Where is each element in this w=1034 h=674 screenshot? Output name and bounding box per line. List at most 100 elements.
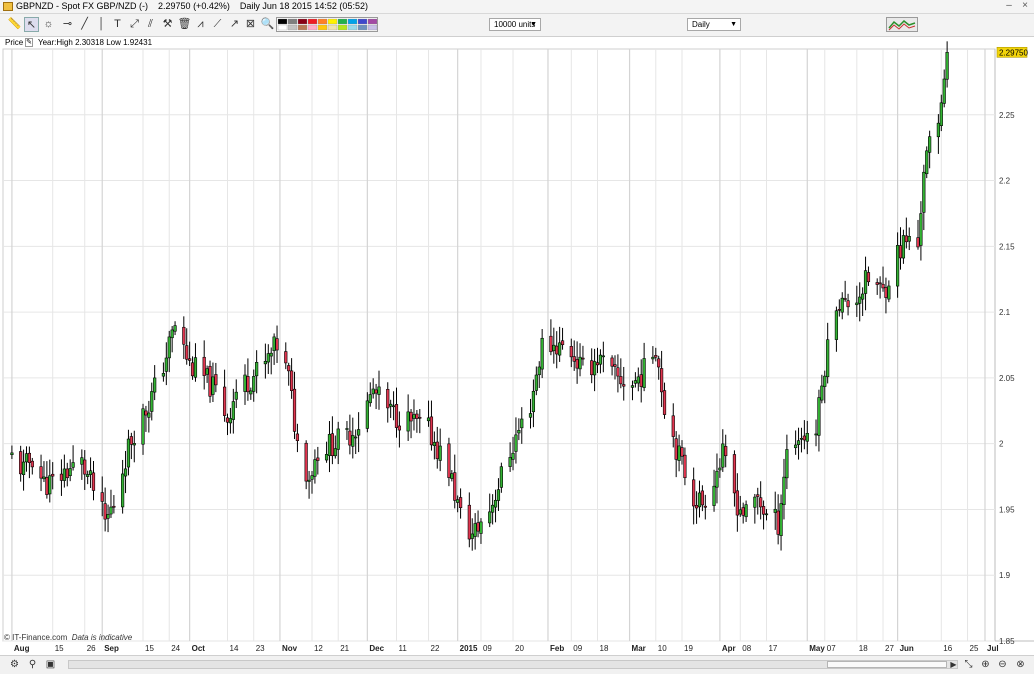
candle-down bbox=[674, 438, 678, 460]
candle-up bbox=[170, 329, 174, 339]
candle-up bbox=[357, 429, 361, 436]
candle-down bbox=[275, 338, 279, 351]
candle-down bbox=[613, 364, 617, 367]
candle-up bbox=[123, 468, 128, 477]
candle-down bbox=[348, 430, 352, 446]
candle-down bbox=[45, 477, 49, 495]
candle-up bbox=[106, 514, 110, 519]
candle-up bbox=[42, 476, 46, 480]
candle-up bbox=[651, 356, 655, 360]
candle-up bbox=[578, 356, 582, 370]
candle-up bbox=[928, 136, 932, 153]
candle-up bbox=[499, 466, 503, 488]
candle-up bbox=[552, 344, 556, 352]
candle-up bbox=[642, 358, 646, 388]
x-tick-label: May bbox=[809, 644, 825, 653]
candle-up bbox=[109, 506, 113, 515]
save-icon[interactable]: ▣ bbox=[44, 658, 57, 671]
zoom-out-icon[interactable]: ⊖ bbox=[996, 658, 1009, 671]
candle-down bbox=[759, 497, 763, 508]
candle-up bbox=[738, 509, 742, 515]
x-tick-label: 20 bbox=[515, 644, 524, 653]
x-tick-label: 11 bbox=[398, 644, 407, 653]
zoom-in-icon[interactable]: ⊕ bbox=[979, 658, 992, 671]
x-tick-label: 24 bbox=[171, 644, 180, 653]
candle-up bbox=[794, 444, 798, 449]
candle-down bbox=[662, 390, 667, 415]
candle-down bbox=[866, 272, 871, 283]
candle-up bbox=[907, 236, 911, 242]
candle-down bbox=[660, 368, 664, 393]
x-tick-label: 22 bbox=[431, 644, 440, 653]
candle-up bbox=[863, 270, 868, 294]
candle-down bbox=[39, 466, 43, 479]
candle-up bbox=[147, 412, 151, 418]
reset-zoom-icon[interactable]: ⊗ bbox=[1014, 658, 1027, 671]
chart-settings-icon[interactable]: ⚙ bbox=[8, 658, 21, 671]
time-scrollbar[interactable] bbox=[68, 660, 958, 669]
x-tick-label: 17 bbox=[768, 644, 777, 653]
candle-up bbox=[313, 459, 317, 477]
candle-up bbox=[473, 523, 477, 537]
candle-down bbox=[415, 413, 419, 419]
candle-up bbox=[823, 375, 827, 387]
candle-up bbox=[508, 457, 512, 467]
candle-up bbox=[368, 394, 372, 404]
candle-up bbox=[272, 336, 276, 352]
candle-up bbox=[228, 418, 233, 424]
y-tick-label: 1.95 bbox=[999, 505, 1015, 514]
candle-up bbox=[310, 475, 314, 480]
y-tick-label: 2.2 bbox=[999, 177, 1011, 186]
candle-down bbox=[590, 360, 594, 376]
x-tick-label: 15 bbox=[55, 644, 64, 653]
y-tick-label: 2.05 bbox=[999, 374, 1015, 383]
candle-up bbox=[592, 361, 597, 376]
candle-up bbox=[517, 429, 521, 434]
candle-down bbox=[694, 505, 699, 509]
candle-down bbox=[397, 425, 402, 431]
candle-up bbox=[389, 403, 393, 407]
candle-down bbox=[619, 376, 623, 385]
candle-up bbox=[327, 434, 332, 456]
scrollbar-thumb[interactable] bbox=[827, 661, 947, 668]
candle-up bbox=[412, 414, 416, 419]
candle-up bbox=[922, 171, 926, 213]
candle-up bbox=[697, 492, 702, 508]
candle-down bbox=[724, 446, 728, 457]
candle-down bbox=[555, 345, 559, 355]
indicators-icon[interactable]: ⚲ bbox=[26, 658, 39, 671]
candle-down bbox=[51, 473, 55, 477]
candle-down bbox=[622, 384, 626, 387]
candle-up bbox=[493, 499, 498, 508]
y-tick-label: 2 bbox=[999, 440, 1004, 449]
candle-up bbox=[205, 368, 209, 375]
candle-up bbox=[901, 235, 906, 259]
candle-down bbox=[144, 410, 148, 416]
candle-down bbox=[182, 326, 186, 345]
candle-up bbox=[371, 388, 375, 395]
candle-down bbox=[91, 472, 96, 491]
candle-down bbox=[208, 365, 212, 397]
candle-up bbox=[406, 411, 410, 432]
x-tick-label: 12 bbox=[314, 644, 323, 653]
plot-area bbox=[2, 48, 996, 642]
candle-up bbox=[491, 504, 495, 513]
fit-chart-icon[interactable]: ⤡ bbox=[962, 658, 975, 671]
scroll-right-icon[interactable]: ▶ bbox=[947, 658, 960, 671]
candle-down bbox=[409, 411, 413, 422]
price-chart[interactable]: 1.85 1.9 1.95 2 2.05 2.1 2.15 2.2 2.25 Aug 15 26 Sep… bbox=[0, 0, 1034, 673]
candle-up bbox=[677, 445, 681, 461]
x-tick-label: Jun bbox=[900, 644, 914, 653]
candle-up bbox=[744, 504, 748, 518]
x-tick-label: 10 bbox=[658, 644, 667, 653]
x-tick-label: 25 bbox=[970, 644, 979, 653]
source-text: © IT-Finance.com bbox=[4, 633, 68, 642]
x-tick-label: Oct bbox=[192, 644, 206, 653]
candle-up bbox=[919, 213, 923, 246]
candle-up bbox=[266, 353, 270, 363]
candle-up bbox=[333, 448, 337, 457]
candle-up bbox=[351, 435, 355, 447]
candle-down bbox=[103, 503, 107, 520]
candle-up bbox=[537, 366, 541, 376]
candle-up bbox=[779, 503, 783, 537]
